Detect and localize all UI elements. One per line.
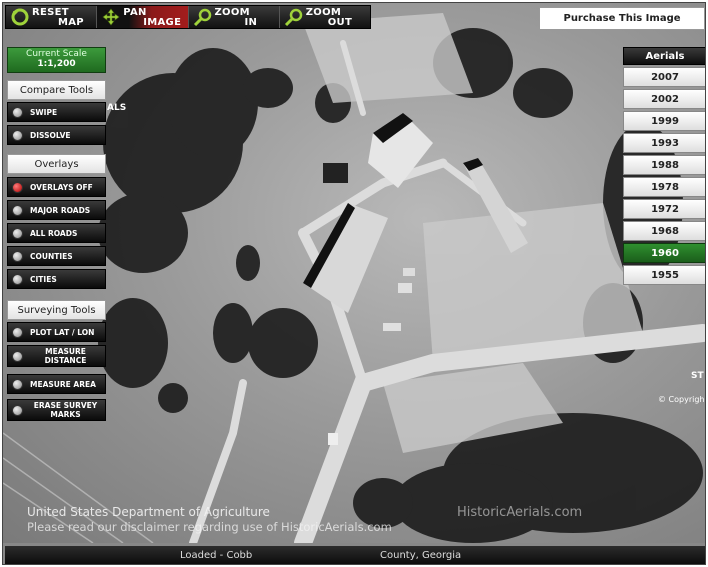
plot-lat-lon-label: PLOT LAT / LON — [30, 327, 95, 337]
zoom-in-button[interactable]: ZOOM IN — [189, 6, 280, 28]
measure-distance-button[interactable]: MEASURE DISTANCE — [7, 345, 106, 367]
scale-value: 1:1,200 — [37, 59, 76, 69]
scale-title: Current Scale — [26, 49, 87, 59]
zoom-out-label-2: OUT — [327, 17, 353, 28]
aerial-year-1999[interactable]: 1999 — [623, 111, 705, 131]
aerial-year-1968[interactable]: 1968 — [623, 221, 705, 241]
all-roads-label: ALL ROADS — [30, 228, 78, 238]
overlays-header: Overlays — [7, 154, 106, 174]
reset-arrow-icon — [11, 8, 29, 26]
radio-icon — [12, 250, 23, 262]
aerial-year-1988[interactable]: 1988 — [623, 155, 705, 175]
aerial-year-1978[interactable]: 1978 — [623, 177, 705, 197]
measure-distance-label: MEASURE DISTANCE — [44, 347, 87, 365]
measure-area-label: MEASURE AREA — [30, 379, 96, 389]
radio-selected-icon — [12, 181, 23, 193]
status-bar: Loaded - Cobb County, Georgia — [5, 546, 705, 564]
radio-icon — [12, 227, 23, 239]
counties-button[interactable]: COUNTIES — [7, 246, 106, 266]
aerial-map[interactable]: United States Department of Agriculture … — [3, 3, 705, 543]
plot-lat-lon-button[interactable]: PLOT LAT / LON — [7, 322, 106, 342]
overlays-off-label: OVERLAYS OFF — [30, 182, 93, 192]
major-roads-label: MAJOR ROADS — [30, 205, 91, 215]
erase-survey-marks-button[interactable]: ERASE SURVEY MARKS — [7, 399, 106, 421]
aerial-year-2002[interactable]: 2002 — [623, 89, 705, 109]
radio-icon — [12, 129, 23, 141]
map-label-left: ALS — [107, 103, 127, 113]
aerial-photo — [3, 13, 705, 543]
aerials-header: Aerials — [623, 47, 705, 65]
dissolve-label: DISSOLVE — [30, 130, 71, 140]
map-toolbar: RESET MAP PAN IMAGE ZOOM IN ZOOM OUT — [5, 5, 371, 29]
status-county: County, Georgia — [380, 550, 462, 561]
surveying-tools-header: Surveying Tools — [7, 300, 106, 320]
aerial-year-1955[interactable]: 1955 — [623, 265, 705, 285]
swipe-label: SWIPE — [30, 107, 58, 117]
zoom-in-magnifier-icon — [193, 8, 211, 26]
cities-button[interactable]: CITIES — [7, 269, 106, 289]
cities-label: CITIES — [30, 274, 57, 284]
zoom-in-label-2: IN — [244, 17, 258, 28]
current-scale-box: Current Scale 1:1,200 — [7, 47, 106, 73]
radio-icon — [12, 326, 23, 338]
measure-area-button[interactable]: MEASURE AREA — [7, 374, 106, 394]
aerials-panel: Aerials 2007 2002 1999 1993 1988 1978 1972 1968… — [623, 47, 705, 285]
dissolve-button[interactable]: DISSOLVE — [7, 125, 106, 145]
zoom-out-button[interactable]: ZOOM OUT — [280, 6, 370, 28]
pan-image-button[interactable]: PAN IMAGE — [97, 6, 189, 28]
aerial-year-1972[interactable]: 1972 — [623, 199, 705, 219]
radio-icon — [12, 204, 23, 216]
app-frame: United States Department of Agriculture … — [2, 2, 706, 565]
agency-credit: United States Department of Agriculture — [27, 505, 270, 519]
purchase-image-button[interactable]: Purchase This Image — [539, 7, 705, 30]
status-loaded: Loaded - Cobb — [180, 550, 253, 561]
reset-map-button[interactable]: RESET MAP — [6, 6, 98, 28]
pan-label-2: IMAGE — [143, 17, 182, 28]
compare-tools-header: Compare Tools — [7, 80, 106, 100]
radio-icon — [12, 106, 23, 118]
disclaimer-text[interactable]: Please read our disclaimer regarding use… — [27, 520, 392, 534]
copyright-text: © Copyrigh — [658, 395, 705, 404]
swipe-button[interactable]: SWIPE — [7, 102, 106, 122]
pan-arrows-icon — [102, 8, 120, 26]
radio-icon — [12, 273, 23, 285]
radio-icon — [12, 378, 23, 390]
counties-label: COUNTIES — [30, 251, 73, 261]
all-roads-button[interactable]: ALL ROADS — [7, 223, 106, 243]
zoom-out-magnifier-icon — [284, 8, 302, 26]
radio-icon — [12, 404, 23, 416]
radio-icon — [12, 350, 23, 362]
reset-label-2: MAP — [58, 17, 84, 28]
watermark: HistoricAerials.com — [457, 505, 583, 520]
map-label-right: ST — [691, 371, 704, 381]
aerial-year-2007[interactable]: 2007 — [623, 67, 705, 87]
overlays-off-button[interactable]: OVERLAYS OFF — [7, 177, 106, 197]
major-roads-button[interactable]: MAJOR ROADS — [7, 200, 106, 220]
aerial-year-1960[interactable]: 1960 — [623, 243, 705, 263]
aerial-year-1993[interactable]: 1993 — [623, 133, 705, 153]
erase-survey-marks-label: ERASE SURVEY MARKS — [33, 401, 98, 419]
